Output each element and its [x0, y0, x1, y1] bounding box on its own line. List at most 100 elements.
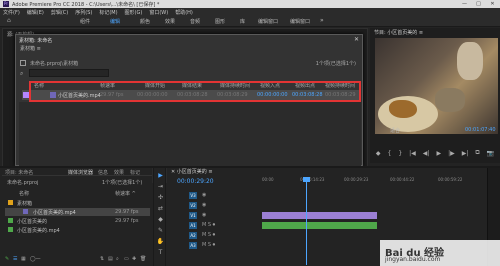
type-tool-icon[interactable]: T — [156, 249, 165, 256]
menu-clip[interactable]: 剪辑(C) — [51, 9, 68, 16]
workspace-tab-editing[interactable]: 编辑 — [110, 18, 120, 25]
ripple-edit-tool-icon[interactable]: ✣ — [156, 194, 165, 201]
go-to-out-icon[interactable]: ▶| — [462, 150, 469, 157]
zoom-slider[interactable]: ◯— — [30, 256, 41, 262]
tab-project[interactable]: 项目: 未命名 — [5, 169, 33, 176]
find-icon[interactable]: ⌕ — [116, 256, 119, 262]
minimize-button[interactable]: — — [458, 0, 471, 8]
menu-edit[interactable]: 编辑(E) — [27, 9, 44, 16]
bin-dialog: 素材箱: 未命名 ✕ 素材箱 ≡ 未命名.prproj\素材箱 1个项(已选择1… — [15, 34, 363, 193]
time-ruler[interactable]: 00:00 00:00:14:23 00:00:29:23 00:00:44:2… — [262, 177, 487, 187]
track-name[interactable]: V3 — [189, 192, 197, 199]
tab-markers[interactable]: 标记 — [130, 169, 140, 176]
selection-tool-icon[interactable]: ▶ — [156, 172, 165, 179]
export-frame-icon[interactable]: ⧉ — [475, 149, 479, 157]
project-col-fps[interactable]: 帧速率 ^ — [115, 190, 136, 197]
folder-icon — [8, 200, 13, 205]
sequence-tab[interactable]: ✕ 小区首页美的 ≡ — [171, 168, 213, 175]
sort-icon[interactable]: ⇅ — [100, 256, 104, 262]
maximize-button[interactable]: □ — [472, 0, 485, 8]
list-item[interactable]: 小区首页美的.mp4 29.97 fps — [5, 208, 150, 216]
mark-in-icon[interactable]: { — [388, 150, 392, 157]
step-back-icon[interactable]: ◀| — [423, 150, 430, 157]
track-eye-icon[interactable]: ◉ — [202, 192, 206, 198]
close-window-button[interactable]: ✕ — [486, 0, 499, 8]
project-column-header: 名称 帧速率 ^ — [5, 190, 150, 197]
workspace-tab-audio[interactable]: 音频 — [190, 18, 200, 25]
mark-out-icon[interactable]: } — [398, 150, 402, 157]
bin-path-row: 未命名.prproj\素材箱 1个项(已选择1个) — [20, 59, 360, 68]
workspace-tab-color[interactable]: 颜色 — [140, 18, 150, 25]
audio-clip[interactable] — [262, 222, 377, 229]
pen-tool-icon[interactable]: ✎ — [156, 227, 165, 234]
track-mute-icon[interactable]: M S ⏺ — [202, 242, 215, 248]
new-item-icon[interactable]: ✚ — [132, 256, 136, 262]
ruler-tick-label: 00:00:29:23 — [344, 177, 369, 182]
trash-icon[interactable]: 🗑 — [140, 256, 146, 262]
track-name[interactable]: A3 — [189, 242, 197, 249]
track-name[interactable]: A2 — [189, 232, 197, 239]
program-timecode[interactable]: 00:01:07:40 — [465, 127, 496, 133]
step-forward-icon[interactable]: |▶ — [448, 150, 455, 157]
more-workspaces-icon[interactable]: » — [320, 17, 324, 24]
workspace-tab-graphics[interactable]: 图形 — [215, 18, 225, 25]
track-mute-icon[interactable]: M S ⏺ — [202, 222, 215, 228]
workspace-tab-editing-window-1[interactable]: 编辑窗口 — [258, 18, 278, 25]
hand-tool-icon[interactable]: ✋ — [156, 238, 165, 245]
track-a1: A1 M S ⏺ — [167, 222, 487, 230]
playhead-line[interactable] — [306, 177, 307, 265]
tab-info[interactable]: 信息 — [98, 169, 108, 176]
search-icon: ⌕ — [20, 70, 24, 77]
tab-media-browser[interactable]: 媒体浏览器 — [68, 169, 93, 176]
add-marker-icon[interactable]: ◆ — [376, 150, 381, 157]
project-col-name[interactable]: 名称 — [19, 190, 29, 197]
ruler-tick-label: 00:00:44:22 — [390, 177, 415, 182]
project-row-name[interactable]: 小区首页美的.mp4 — [17, 227, 60, 234]
workspace-tab-assembly[interactable]: 组件 — [80, 18, 90, 25]
new-bin-icon[interactable]: ▭ — [124, 256, 129, 262]
menu-help[interactable]: 帮助(H) — [175, 9, 193, 16]
program-monitor-label[interactable]: 节目: 小区首页美的 ≡ — [374, 29, 423, 36]
timeline-timecode[interactable]: 00:00:29:20 — [177, 178, 214, 185]
workspace-tab-effects[interactable]: 效果 — [165, 18, 175, 25]
track-eye-icon[interactable]: ◉ — [202, 202, 206, 208]
video-clip[interactable] — [262, 212, 377, 219]
list-item[interactable]: 小区首页美的 29.97 fps — [5, 217, 150, 225]
icon-view-icon[interactable]: ▦ — [21, 256, 26, 262]
project-row-name[interactable]: 小区首页美的.mp4 — [33, 209, 76, 216]
list-item[interactable]: 小区首页美的.mp4 — [5, 226, 150, 234]
automate-icon[interactable]: ▤ — [108, 256, 113, 262]
menu-sequence[interactable]: 序列(S) — [75, 9, 92, 16]
track-name[interactable]: V2 — [189, 202, 197, 209]
search-input[interactable] — [29, 69, 109, 77]
write-protect-icon[interactable]: ✎ — [5, 256, 9, 262]
menu-graphics[interactable]: 图形(G) — [125, 9, 143, 16]
home-icon[interactable]: ⌂ — [7, 18, 14, 24]
track-name[interactable]: V1 — [189, 212, 197, 219]
fit-dropdown[interactable]: 适合 — [390, 127, 400, 134]
menu-marker[interactable]: 标记(M) — [99, 9, 117, 16]
track-select-tool-icon[interactable]: ⇥ — [156, 183, 165, 190]
project-row-name[interactable]: 素材箱 — [17, 200, 32, 207]
bin-panel-name[interactable]: 素材箱 ≡ — [20, 45, 41, 52]
project-row-name[interactable]: 小区首页美的 — [17, 218, 47, 225]
camera-icon[interactable]: 📷 — [487, 150, 494, 157]
bin-dialog-title: 素材箱: 未命名 — [19, 38, 53, 44]
project-row-fps: 29.97 fps — [115, 218, 139, 224]
menu-window[interactable]: 窗口(W) — [149, 9, 168, 16]
track-eye-icon[interactable]: ◉ — [202, 212, 206, 218]
go-to-in-icon[interactable]: |◀ — [409, 150, 416, 157]
workspace-tab-editing-window-2[interactable]: 编辑窗口 — [290, 18, 310, 25]
project-name: 未命名.prproj — [7, 180, 39, 186]
razor-tool-icon[interactable]: ◆ — [156, 216, 165, 223]
workspace-tab-libraries[interactable]: 库 — [240, 18, 245, 25]
rate-stretch-tool-icon[interactable]: ⇄ — [156, 205, 165, 212]
close-icon[interactable]: ✕ — [354, 36, 359, 43]
tab-effects[interactable]: 效果 — [114, 169, 124, 176]
menu-file[interactable]: 文件(F) — [3, 9, 20, 16]
track-mute-icon[interactable]: M S ⏺ — [202, 232, 215, 238]
list-view-icon[interactable]: ☰ — [13, 256, 17, 262]
list-item[interactable]: 素材箱 — [5, 199, 150, 207]
track-name[interactable]: A1 — [189, 222, 197, 229]
play-icon[interactable]: ▶ — [436, 150, 441, 157]
